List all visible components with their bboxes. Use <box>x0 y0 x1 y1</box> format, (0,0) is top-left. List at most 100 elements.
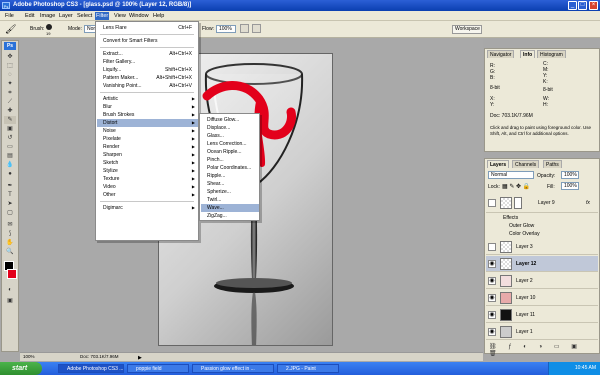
task-photoshop[interactable]: Adobe Photoshop CS3 ... <box>58 364 124 373</box>
layer-row-9[interactable]: Layer 9 fx <box>486 195 598 213</box>
layer-row-11[interactable]: ◉ Layer 11 <box>486 307 598 323</box>
tab-navigator[interactable]: Navigator <box>487 50 515 58</box>
eye-icon[interactable]: ◉ <box>488 260 496 268</box>
menu-item-noise[interactable]: Noise ▶ <box>97 127 198 135</box>
lasso-tool-icon[interactable]: ◌ <box>4 71 16 79</box>
minimize-button[interactable]: _ <box>568 1 577 10</box>
fx-icon[interactable]: fx <box>586 200 590 206</box>
zoom-level[interactable]: 100% <box>23 353 35 361</box>
menu-item-pattern-maker[interactable]: Pattern Maker... Alt+Shift+Ctrl+X <box>97 74 198 82</box>
tablet-pressure-icon[interactable] <box>252 24 261 33</box>
menu-item-brush-strokes[interactable]: Brush Strokes ▶ <box>97 111 198 119</box>
menu-item-blur[interactable]: Blur ▶ <box>97 103 198 111</box>
shape-tool-icon[interactable]: ▢ <box>4 209 16 217</box>
task-paint[interactable]: 2.JPG - Paint <box>277 364 339 373</box>
start-button[interactable]: start <box>0 362 42 375</box>
maximize-button[interactable]: □ <box>578 1 587 10</box>
opacity-input[interactable]: 100% <box>561 171 579 179</box>
crop-tool-icon[interactable]: ⌗ <box>4 89 16 97</box>
visibility-toggle[interactable] <box>488 243 496 251</box>
menu-select[interactable]: Select <box>76 12 93 20</box>
fill-input[interactable]: 100% <box>561 182 579 190</box>
layers-footer-icons[interactable]: ⛓ ƒ ◐ ◑ ▭ ▣ 🗑 <box>489 343 597 357</box>
eraser-tool-icon[interactable]: ▭ <box>4 143 16 151</box>
menu-item-sketch[interactable]: Sketch ▶ <box>97 159 198 167</box>
hand-tool-icon[interactable]: ✋ <box>4 239 16 247</box>
flow-input[interactable]: 100% <box>216 25 236 33</box>
brush-tool-icon[interactable]: 🖌 <box>5 24 16 35</box>
menu-item-distort[interactable]: Distort ▶ <box>97 119 198 127</box>
submenu-item-shear[interactable]: Shear... <box>201 180 259 188</box>
menu-layer[interactable]: Layer <box>58 12 74 20</box>
menu-item-vanishing-point[interactable]: Vanishing Point... Alt+Ctrl+V <box>97 82 198 90</box>
menu-item-lens-flare[interactable]: Lens Flare Ctrl+F <box>97 24 198 32</box>
path-select-tool-icon[interactable]: ➤ <box>4 200 16 208</box>
quick-mask-icon[interactable]: ◐ <box>4 286 16 294</box>
submenu-item-ripple[interactable]: Ripple... <box>201 172 259 180</box>
layer-row-3[interactable]: Layer 3 <box>486 239 598 255</box>
move-tool-icon[interactable]: ✥ <box>4 53 16 61</box>
menu-item-render[interactable]: Render ▶ <box>97 143 198 151</box>
history-brush-tool-icon[interactable]: ↺ <box>4 134 16 142</box>
submenu-item-twirl[interactable]: Twirl... <box>201 196 259 204</box>
clock[interactable]: 10:45 AM <box>575 365 596 371</box>
magic-wand-tool-icon[interactable]: ✦ <box>4 80 16 88</box>
dodge-tool-icon[interactable]: ● <box>4 170 16 178</box>
slice-tool-icon[interactable]: ⟋ <box>4 98 16 106</box>
menu-item-digimarc[interactable]: Digimarc ▶ <box>97 204 198 212</box>
menu-file[interactable]: File <box>4 12 15 20</box>
submenu-item-displace[interactable]: Displace... <box>201 124 259 132</box>
tab-channels[interactable]: Channels <box>512 160 540 168</box>
menu-item-texture[interactable]: Texture ▶ <box>97 175 198 183</box>
background-color-swatch[interactable] <box>7 269 17 279</box>
task-passion-glow[interactable]: Passion glow effect in ... <box>192 364 274 373</box>
visibility-toggle[interactable] <box>488 199 496 207</box>
layer-row-10[interactable]: ◉ Layer 10 <box>486 290 598 306</box>
menu-help[interactable]: Help <box>152 12 165 20</box>
task-poppie-field[interactable]: poppie field <box>127 364 189 373</box>
type-tool-icon[interactable]: T <box>4 191 16 199</box>
submenu-item-diffuse-glow[interactable]: Diffuse Glow... <box>201 116 259 124</box>
menu-item-sharpen[interactable]: Sharpen ▶ <box>97 151 198 159</box>
menu-window[interactable]: Window <box>128 12 150 20</box>
brush-tool-icon-box[interactable]: ✎ <box>4 116 16 124</box>
submenu-item-lens-correction[interactable]: Lens Correction... <box>201 140 259 148</box>
status-arrow-icon[interactable]: ▶ <box>138 354 142 362</box>
menu-item-extract[interactable]: Extract... Alt+Ctrl+X <box>97 50 198 58</box>
submenu-item-pinch[interactable]: Pinch... <box>201 156 259 164</box>
menu-image[interactable]: Image <box>39 12 56 20</box>
eyedropper-tool-icon[interactable]: ⟆ <box>4 230 16 238</box>
submenu-item-zigzag[interactable]: ZigZag... <box>201 212 259 220</box>
effect-color-overlay[interactable]: Color Overlay <box>509 231 540 237</box>
submenu-item-spherize[interactable]: Spherize... <box>201 188 259 196</box>
workspace-button[interactable]: Workspace <box>452 25 482 34</box>
menu-item-filter-gallery[interactable]: Filter Gallery... <box>97 58 198 66</box>
menu-item-stylize[interactable]: Stylize ▶ <box>97 167 198 175</box>
tab-paths[interactable]: Paths <box>543 160 562 168</box>
airbrush-icon[interactable] <box>240 24 249 33</box>
menu-item-pixelate[interactable]: Pixelate ▶ <box>97 135 198 143</box>
eye-icon[interactable]: ◉ <box>488 328 496 336</box>
submenu-item-wave[interactable]: Wave... <box>201 204 259 212</box>
layer-row-12[interactable]: ◉ Layer 12 <box>486 256 598 272</box>
eye-icon[interactable]: ◉ <box>488 294 496 302</box>
gradient-tool-icon[interactable]: ▤ <box>4 152 16 160</box>
menu-item-other[interactable]: Other ▶ <box>97 191 198 199</box>
menu-item-video[interactable]: Video ▶ <box>97 183 198 191</box>
blend-mode-select[interactable]: Normal <box>488 171 534 179</box>
eye-icon[interactable]: ◉ <box>488 311 496 319</box>
close-button[interactable]: × <box>589 1 598 10</box>
eye-icon[interactable]: ◉ <box>488 277 496 285</box>
effect-outer-glow[interactable]: Outer Glow <box>509 223 534 229</box>
menu-item-convert-smart[interactable]: Convert for Smart Filters <box>97 37 198 45</box>
submenu-item-polar-coordinates[interactable]: Polar Coordinates... <box>201 164 259 172</box>
brush-preview-icon[interactable] <box>46 24 52 30</box>
notes-tool-icon[interactable]: ✉ <box>4 221 16 229</box>
marquee-tool-icon[interactable]: ⬚ <box>4 62 16 70</box>
menu-filter[interactable]: Filter <box>95 12 110 20</box>
lock-icon[interactable]: ▦ ✎ ✥ 🔒 <box>502 183 530 190</box>
blur-tool-icon[interactable]: 💧 <box>4 161 16 169</box>
screen-mode-icon[interactable]: ▣ <box>4 297 16 305</box>
tab-layers[interactable]: Layers <box>487 160 510 168</box>
menu-item-liquify[interactable]: Liquify... Shift+Ctrl+X <box>97 66 198 74</box>
